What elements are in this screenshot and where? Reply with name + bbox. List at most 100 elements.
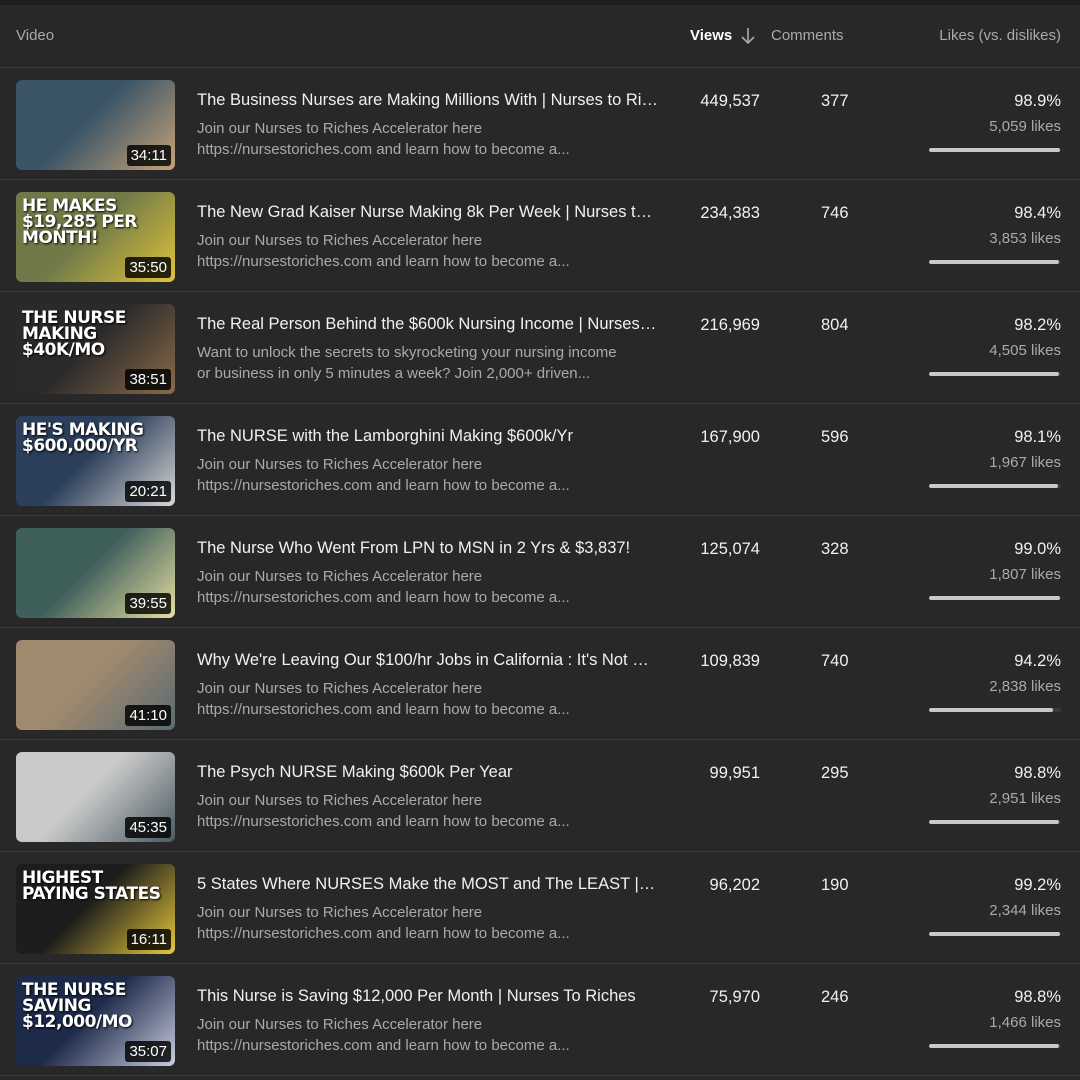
comments-count: 377 — [821, 92, 849, 110]
likes-ratio-bar — [929, 932, 1061, 936]
thumbnail-caption: HIGHEST PAYING STATES — [22, 868, 161, 904]
likes-ratio-bar — [929, 260, 1061, 264]
likes-ratio-fill — [929, 820, 1060, 824]
video-thumbnail[interactable]: HIGHEST PAYING STATES 16:11 — [16, 864, 175, 954]
likes-ratio-fill — [929, 260, 1059, 264]
views-count: 234,383 — [700, 204, 760, 222]
video-title[interactable]: This Nurse is Saving $12,000 Per Month |… — [197, 987, 659, 1006]
video-title[interactable]: The NURSE with the Lamborghini Making $6… — [197, 427, 659, 446]
table-header: Video Views Comments Likes (vs. dislikes… — [0, 5, 1080, 68]
description-line: Join our Nurses to Riches Accelerator he… — [197, 904, 483, 921]
video-thumbnail[interactable]: 45:35 — [16, 752, 175, 842]
likes-ratio-fill — [929, 596, 1060, 600]
likes-count: 1,967 likes — [989, 454, 1061, 471]
description-line: Join our Nurses to Riches Accelerator he… — [197, 680, 483, 697]
sort-arrow-down-icon[interactable] — [738, 25, 758, 47]
description-line: or business in only 5 minutes a week? Jo… — [197, 365, 591, 382]
likes-percentage: 98.2% — [1014, 316, 1061, 334]
likes-ratio-fill — [929, 484, 1059, 488]
video-description: Join our Nurses to Riches Accelerator he… — [197, 902, 659, 944]
video-duration: 16:11 — [126, 929, 171, 950]
video-thumbnail[interactable]: THE NURSE SAVING $12,000/MO 35:07 — [16, 976, 175, 1066]
table-row[interactable]: THE NURSE SAVING $12,000/MO 35:07 This N… — [0, 964, 1080, 1076]
likes-percentage: 98.1% — [1014, 428, 1061, 446]
description-line: https://nursestoriches.com and learn how… — [197, 925, 570, 942]
table-row[interactable]: 41:10 Why We're Leaving Our $100/hr Jobs… — [0, 628, 1080, 740]
likes-ratio-bar — [929, 1044, 1061, 1048]
video-thumbnail[interactable]: 41:10 — [16, 640, 175, 730]
video-title[interactable]: The New Grad Kaiser Nurse Making 8k Per … — [197, 203, 659, 222]
video-title[interactable]: The Business Nurses are Making Millions … — [197, 91, 659, 110]
comments-count: 804 — [821, 316, 849, 334]
description-line: https://nursestoriches.com and learn how… — [197, 589, 570, 606]
likes-count: 3,853 likes — [989, 230, 1061, 247]
video-description: Join our Nurses to Riches Accelerator he… — [197, 566, 659, 608]
video-title[interactable]: Why We're Leaving Our $100/hr Jobs in Ca… — [197, 651, 659, 670]
table-row[interactable]: 39:55 The Nurse Who Went From LPN to MSN… — [0, 516, 1080, 628]
description-line: Join our Nurses to Riches Accelerator he… — [197, 1016, 483, 1033]
likes-ratio-bar — [929, 484, 1061, 488]
views-count: 125,074 — [700, 540, 760, 558]
video-duration: 45:35 — [125, 817, 171, 838]
video-title[interactable]: The Psych NURSE Making $600k Per Year — [197, 763, 659, 782]
description-line: Join our Nurses to Riches Accelerator he… — [197, 232, 483, 249]
comments-count: 246 — [821, 988, 849, 1006]
video-title[interactable]: 5 States Where NURSES Make the MOST and … — [197, 875, 659, 894]
table-row[interactable]: 34:11 The Business Nurses are Making Mil… — [0, 68, 1080, 180]
video-duration: 34:11 — [126, 145, 171, 166]
column-header-video[interactable]: Video — [16, 27, 54, 44]
table-row[interactable]: HE MAKES $19,285 PER MONTH! 35:50 The Ne… — [0, 180, 1080, 292]
description-line: https://nursestoriches.com and learn how… — [197, 701, 570, 718]
video-description: Join our Nurses to Riches Accelerator he… — [197, 118, 659, 160]
column-header-views[interactable]: Views — [690, 27, 732, 44]
video-thumbnail[interactable]: THE NURSE MAKING $40K/MO 38:51 — [16, 304, 175, 394]
comments-count: 740 — [821, 652, 849, 670]
video-description: Join our Nurses to Riches Accelerator he… — [197, 790, 659, 832]
likes-ratio-bar — [929, 820, 1061, 824]
views-count: 109,839 — [700, 652, 760, 670]
video-thumbnail[interactable]: 34:11 — [16, 80, 175, 170]
video-duration: 39:55 — [125, 593, 171, 614]
table-row[interactable]: HIGHEST PAYING STATES 16:11 5 States Whe… — [0, 852, 1080, 964]
thumbnail-caption: THE NURSE MAKING $40K/MO — [22, 308, 126, 360]
video-description: Join our Nurses to Riches Accelerator he… — [197, 678, 659, 720]
video-title[interactable]: The Real Person Behind the $600k Nursing… — [197, 315, 659, 334]
table-row[interactable]: THE NURSE MAKING $40K/MO 38:51 The Real … — [0, 292, 1080, 404]
column-header-likes[interactable]: Likes (vs. dislikes) — [939, 27, 1061, 44]
likes-count: 4,505 likes — [989, 342, 1061, 359]
description-line: https://nursestoriches.com and learn how… — [197, 1037, 570, 1054]
likes-count: 1,807 likes — [989, 566, 1061, 583]
comments-count: 746 — [821, 204, 849, 222]
video-description: Join our Nurses to Riches Accelerator he… — [197, 454, 659, 496]
views-count: 216,969 — [700, 316, 760, 334]
video-duration: 35:07 — [125, 1041, 171, 1062]
thumbnail-caption: THE NURSE SAVING $12,000/MO — [22, 980, 133, 1032]
video-duration: 41:10 — [125, 705, 171, 726]
description-line: Join our Nurses to Riches Accelerator he… — [197, 456, 483, 473]
video-description: Want to unlock the secrets to skyrocketi… — [197, 342, 659, 384]
likes-percentage: 98.8% — [1014, 764, 1061, 782]
likes-ratio-bar — [929, 148, 1061, 152]
video-description: Join our Nurses to Riches Accelerator he… — [197, 230, 659, 272]
description-line: https://nursestoriches.com and learn how… — [197, 141, 570, 158]
table-row[interactable]: HE'S MAKING $600,000/YR 20:21 The NURSE … — [0, 404, 1080, 516]
video-title[interactable]: The Nurse Who Went From LPN to MSN in 2 … — [197, 539, 659, 558]
likes-ratio-fill — [929, 372, 1059, 376]
description-line: Join our Nurses to Riches Accelerator he… — [197, 568, 483, 585]
likes-ratio-fill — [929, 1044, 1060, 1048]
likes-ratio-bar — [929, 708, 1061, 712]
description-line: Want to unlock the secrets to skyrocketi… — [197, 344, 617, 361]
likes-percentage: 99.2% — [1014, 876, 1061, 894]
description-line: Join our Nurses to Riches Accelerator he… — [197, 120, 483, 137]
table-row[interactable]: 45:35 The Psych NURSE Making $600k Per Y… — [0, 740, 1080, 852]
video-thumbnail[interactable]: HE MAKES $19,285 PER MONTH! 35:50 — [16, 192, 175, 282]
video-duration: 38:51 — [125, 369, 171, 390]
video-thumbnail[interactable]: 39:55 — [16, 528, 175, 618]
likes-count: 5,059 likes — [989, 118, 1061, 135]
likes-percentage: 98.4% — [1014, 204, 1061, 222]
views-count: 75,970 — [709, 988, 760, 1006]
description-line: https://nursestoriches.com and learn how… — [197, 477, 570, 494]
column-header-comments[interactable]: Comments — [771, 27, 844, 44]
likes-ratio-fill — [929, 932, 1060, 936]
video-thumbnail[interactable]: HE'S MAKING $600,000/YR 20:21 — [16, 416, 175, 506]
